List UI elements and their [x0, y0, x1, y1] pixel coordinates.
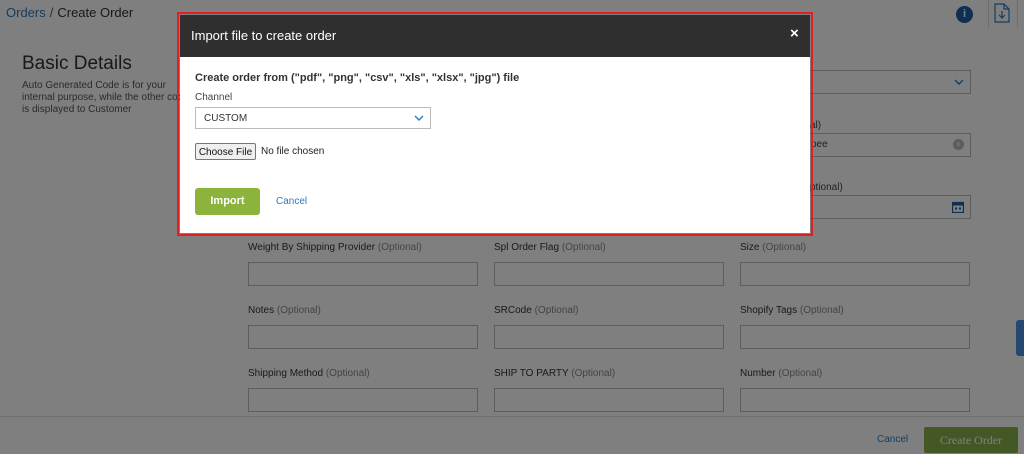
close-icon[interactable]: ×	[790, 25, 799, 42]
chevron-down-icon	[414, 115, 424, 121]
modal-title: Import file to create order	[191, 28, 337, 43]
modal-cancel-link[interactable]: Cancel	[276, 196, 307, 207]
channel-select[interactable]: CUSTOM	[195, 107, 431, 129]
channel-label: Channel	[195, 92, 233, 103]
import-modal: Import file to create order × Create ord…	[180, 15, 810, 233]
channel-value: CUSTOM	[204, 113, 248, 124]
file-status-text: No file chosen	[261, 146, 325, 157]
modal-heading: Create order from ("pdf", "png", "csv", …	[195, 72, 520, 84]
modal-header: Import file to create order ×	[180, 15, 810, 57]
choose-file-button[interactable]: Choose File	[195, 143, 256, 160]
import-button[interactable]: Import	[195, 188, 260, 215]
